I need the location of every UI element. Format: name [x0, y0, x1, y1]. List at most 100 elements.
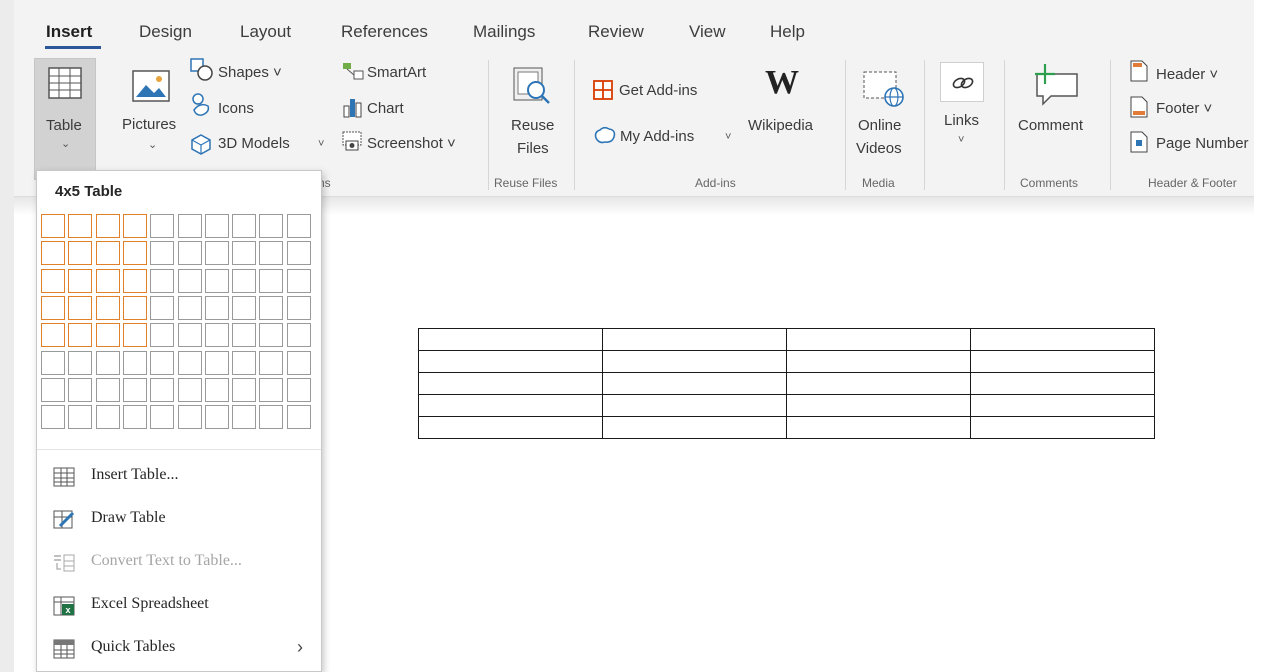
grid-cell[interactable] — [41, 269, 65, 293]
table-cell[interactable] — [970, 394, 1155, 417]
grid-cell[interactable] — [123, 405, 147, 429]
table-cell[interactable] — [786, 372, 971, 395]
grid-cell[interactable] — [96, 405, 120, 429]
grid-cell[interactable] — [150, 269, 174, 293]
my-addins-button[interactable]: My Add-ins — [620, 128, 694, 146]
table-cell[interactable] — [602, 328, 787, 351]
grid-cell[interactable] — [259, 269, 283, 293]
table-cell[interactable] — [418, 350, 603, 373]
grid-cell[interactable] — [232, 296, 256, 320]
grid-cell[interactable] — [150, 378, 174, 402]
grid-cell[interactable] — [178, 296, 202, 320]
grid-cell[interactable] — [123, 269, 147, 293]
draw-table-menu-item[interactable]: Draw Table — [37, 500, 321, 540]
grid-cell[interactable] — [205, 214, 229, 238]
grid-cell[interactable] — [41, 296, 65, 320]
grid-cell[interactable] — [287, 214, 311, 238]
3d-models-button[interactable]: 3D Models — [218, 135, 290, 153]
online-videos-button[interactable]: Online — [858, 115, 901, 137]
tab-insert[interactable]: Insert — [46, 22, 92, 42]
grid-cell[interactable] — [259, 296, 283, 320]
grid-cell[interactable] — [123, 241, 147, 265]
table-cell[interactable] — [602, 416, 787, 439]
grid-cell[interactable] — [150, 351, 174, 375]
grid-cell[interactable] — [287, 323, 311, 347]
grid-cell[interactable] — [96, 351, 120, 375]
grid-cell[interactable] — [96, 214, 120, 238]
grid-cell[interactable] — [232, 214, 256, 238]
grid-cell[interactable] — [123, 378, 147, 402]
grid-cell[interactable] — [123, 296, 147, 320]
grid-cell[interactable] — [232, 405, 256, 429]
grid-cell[interactable] — [205, 351, 229, 375]
grid-cell[interactable] — [259, 351, 283, 375]
grid-cell[interactable] — [205, 405, 229, 429]
grid-cell[interactable] — [68, 296, 92, 320]
grid-cell[interactable] — [68, 241, 92, 265]
grid-cell[interactable] — [41, 351, 65, 375]
tab-references[interactable]: References — [341, 22, 428, 42]
table-button[interactable]: Table ⌄ — [34, 58, 96, 180]
tab-mailings[interactable]: Mailings — [473, 22, 535, 42]
table-cell[interactable] — [970, 416, 1155, 439]
header-button[interactable]: Header ˅ — [1156, 66, 1218, 84]
grid-cell[interactable] — [232, 323, 256, 347]
table-cell[interactable] — [970, 350, 1155, 373]
grid-cell[interactable] — [232, 269, 256, 293]
grid-cell[interactable] — [287, 296, 311, 320]
grid-cell[interactable] — [259, 405, 283, 429]
grid-cell[interactable] — [150, 405, 174, 429]
grid-cell[interactable] — [68, 269, 92, 293]
grid-cell[interactable] — [96, 296, 120, 320]
table-cell[interactable] — [970, 372, 1155, 395]
table-cell[interactable] — [418, 394, 603, 417]
table-cell[interactable] — [786, 394, 971, 417]
insert-table-menu-item[interactable]: Insert Table... — [37, 457, 321, 497]
table-cell[interactable] — [970, 328, 1155, 351]
grid-cell[interactable] — [150, 241, 174, 265]
tab-layout[interactable]: Layout — [240, 22, 291, 42]
grid-cell[interactable] — [178, 241, 202, 265]
table-cell[interactable] — [418, 372, 603, 395]
smartart-button[interactable]: SmartArt — [367, 64, 426, 82]
quick-tables-menu-item[interactable]: Quick Tables › — [37, 629, 321, 669]
grid-cell[interactable] — [68, 405, 92, 429]
wikipedia-button[interactable]: Wikipedia — [748, 115, 813, 137]
grid-cell[interactable] — [178, 269, 202, 293]
tab-review[interactable]: Review — [588, 22, 644, 42]
table-cell[interactable] — [602, 372, 787, 395]
grid-cell[interactable] — [287, 405, 311, 429]
grid-cell[interactable] — [205, 296, 229, 320]
grid-cell[interactable] — [123, 214, 147, 238]
tab-view[interactable]: View — [689, 22, 726, 42]
grid-cell[interactable] — [68, 351, 92, 375]
grid-cell[interactable] — [178, 405, 202, 429]
grid-cell[interactable] — [287, 378, 311, 402]
grid-cell[interactable] — [150, 323, 174, 347]
shapes-button[interactable]: Shapes ˅ — [218, 64, 282, 82]
grid-cell[interactable] — [259, 214, 283, 238]
grid-cell[interactable] — [232, 241, 256, 265]
screenshot-button[interactable]: Screenshot ˅ — [367, 135, 456, 153]
table-cell[interactable] — [418, 328, 603, 351]
icons-button[interactable]: Icons — [218, 100, 254, 118]
pictures-button[interactable]: Pictures — [122, 114, 176, 136]
grid-cell[interactable] — [150, 296, 174, 320]
grid-cell[interactable] — [178, 214, 202, 238]
grid-cell[interactable] — [178, 351, 202, 375]
grid-cell[interactable] — [96, 269, 120, 293]
grid-cell[interactable] — [41, 378, 65, 402]
tab-design[interactable]: Design — [139, 22, 192, 42]
grid-cell[interactable] — [287, 269, 311, 293]
grid-cell[interactable] — [41, 214, 65, 238]
grid-cell[interactable] — [123, 323, 147, 347]
grid-cell[interactable] — [68, 323, 92, 347]
grid-cell[interactable] — [259, 241, 283, 265]
grid-cell[interactable] — [232, 351, 256, 375]
table-cell[interactable] — [786, 328, 971, 351]
grid-cell[interactable] — [150, 214, 174, 238]
chart-button[interactable]: Chart — [367, 100, 404, 118]
grid-cell[interactable] — [96, 378, 120, 402]
table-cell[interactable] — [602, 350, 787, 373]
grid-cell[interactable] — [205, 241, 229, 265]
